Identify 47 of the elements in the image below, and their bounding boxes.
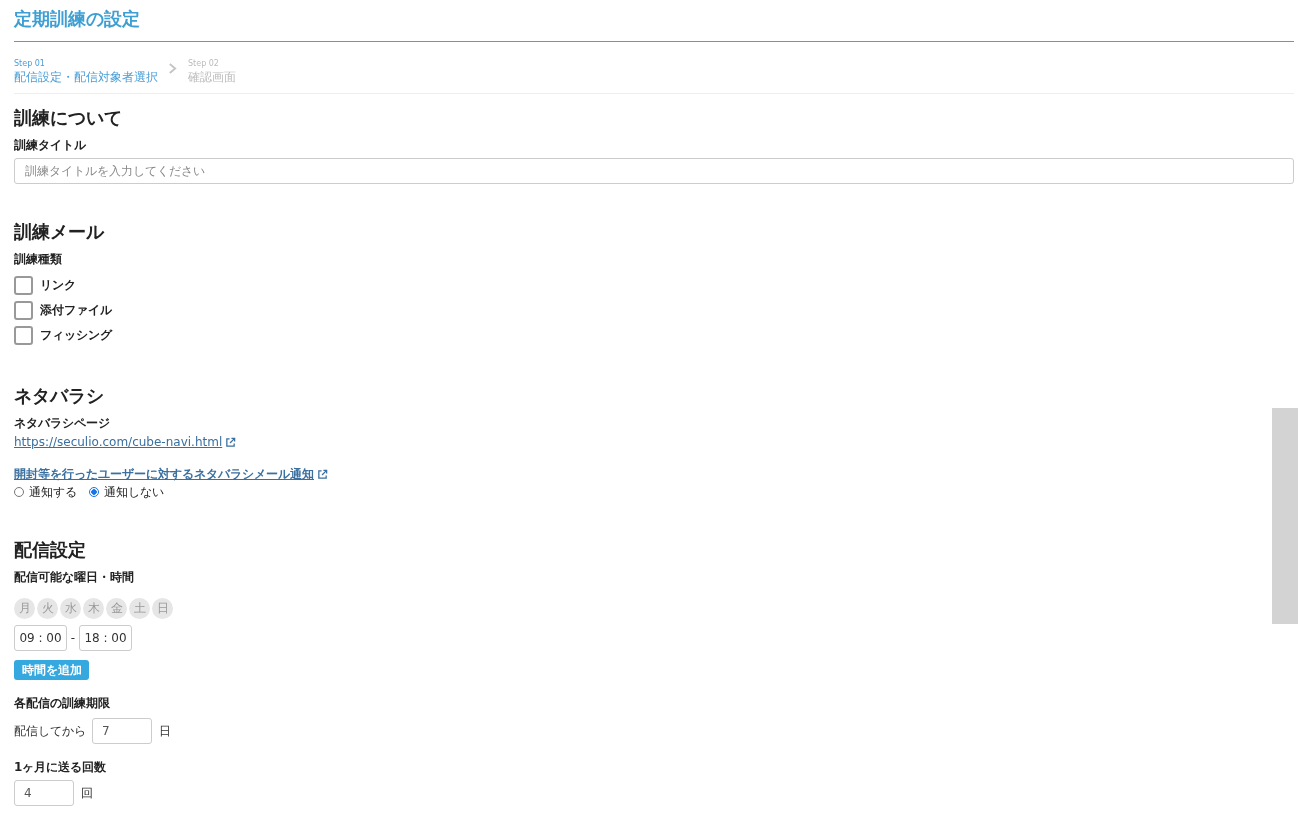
- deadline-unit: 日: [159, 722, 171, 740]
- field-label: 配信可能な曜日・時間: [14, 569, 134, 585]
- checkbox[interactable]: [14, 275, 33, 295]
- count-unit: 回: [81, 784, 93, 802]
- section-heading: 訓練メール: [14, 220, 104, 244]
- weekday-toggle[interactable]: 水: [60, 598, 81, 619]
- deadline-input[interactable]: 7: [92, 718, 152, 744]
- section-heading: ネタバラシ: [14, 384, 104, 408]
- weekday-toggle[interactable]: 月: [14, 598, 35, 619]
- time-separator: -: [69, 631, 77, 645]
- section-heading: 訓練について: [14, 106, 122, 130]
- checkbox[interactable]: [14, 325, 33, 345]
- section-heading: 配信設定: [14, 538, 86, 562]
- deadline-prefix: 配信してから: [14, 722, 86, 740]
- radio-button[interactable]: [89, 487, 99, 497]
- add-time-button[interactable]: 時間を追加: [14, 660, 89, 680]
- count-input[interactable]: 4: [14, 780, 74, 806]
- field-label: ネタバラシページ: [14, 415, 110, 431]
- step-number: Step 01: [14, 58, 46, 69]
- field-label: 訓練タイトル: [14, 137, 86, 153]
- page-title: 定期訓練の設定: [14, 8, 141, 30]
- radio-label: 通知する: [29, 483, 77, 501]
- radio-label: 通知しない: [104, 483, 164, 501]
- field-label: 1ヶ月に送る回数: [14, 759, 107, 775]
- field-label: 訓練種類: [14, 251, 62, 267]
- page-link[interactable]: https://seculio.com/cube-navi.html: [14, 434, 223, 450]
- checkbox-label: リンク: [40, 276, 76, 294]
- time-input[interactable]: 18 : 00: [79, 625, 132, 651]
- weekday-toggle[interactable]: 火: [37, 598, 58, 619]
- external-link-icon: [317, 468, 328, 480]
- time-input[interactable]: 09 : 00: [14, 625, 67, 651]
- field-label: 各配信の訓練期限: [14, 695, 110, 711]
- step-label: 確認画面: [188, 69, 236, 85]
- title-input[interactable]: 訓練タイトルを入力してください: [14, 158, 1294, 184]
- notify-link[interactable]: 開封等を行ったユーザーに対するネタバラシメール通知: [14, 466, 314, 482]
- weekday-toggle[interactable]: 金: [106, 598, 127, 619]
- checkbox-label: フィッシング: [40, 326, 112, 344]
- radio-button[interactable]: [14, 487, 24, 497]
- weekday-toggle[interactable]: 土: [129, 598, 150, 619]
- step-label: 配信設定・配信対象者選択: [14, 69, 158, 85]
- weekday-toggle[interactable]: 木: [83, 598, 104, 619]
- checkbox[interactable]: [14, 300, 33, 320]
- chevron-icon: [168, 63, 177, 74]
- weekday-toggle[interactable]: 日: [152, 598, 173, 619]
- checkbox-label: 添付ファイル: [40, 301, 112, 319]
- step-number: Step 02: [188, 58, 220, 69]
- external-link-icon: [225, 436, 237, 448]
